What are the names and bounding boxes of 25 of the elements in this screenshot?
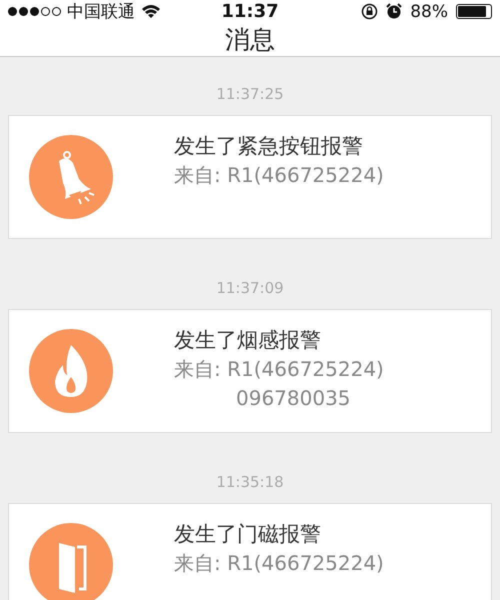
rotation-lock-icon bbox=[361, 3, 378, 20]
message-source: 来自: R1(466725224) bbox=[174, 162, 384, 189]
battery-percent: 88% bbox=[410, 2, 448, 22]
alarm-icon bbox=[386, 3, 402, 20]
wifi-icon bbox=[141, 4, 161, 19]
message-time: 11:37:09 bbox=[216, 279, 284, 297]
message-title: 发生了门磁报警 bbox=[174, 521, 322, 548]
battery-icon bbox=[456, 4, 492, 19]
carrier-name: 中国联通 bbox=[67, 1, 135, 23]
message-source: 096780035 bbox=[235, 385, 352, 412]
message-card[interactable]: 发生了紧急按钮报警 来自: R1(466725224) bbox=[8, 115, 492, 239]
message-time: 11:35:18 bbox=[216, 473, 284, 491]
message-title: 发生了烟感报警 bbox=[174, 327, 322, 354]
page-title: 消息 bbox=[225, 24, 275, 56]
signal-icon bbox=[8, 7, 61, 16]
bell-icon bbox=[29, 135, 113, 219]
message-card[interactable]: 发生了烟感报警 来自: R1(466725224) 096780035 bbox=[8, 309, 492, 433]
message-time: 11:37:25 bbox=[216, 85, 284, 103]
message-card[interactable]: 发生了门磁报警 来自: R1(466725224) bbox=[8, 503, 492, 600]
status-time: 11:37 bbox=[221, 1, 279, 22]
message-source: 来自: R1(466725224) bbox=[174, 356, 384, 383]
message-source: 来自: R1(466725224) bbox=[174, 550, 384, 577]
message-title: 发生了紧急按钮报警 bbox=[174, 133, 364, 160]
fire-icon bbox=[29, 329, 113, 413]
door-icon bbox=[29, 523, 113, 600]
